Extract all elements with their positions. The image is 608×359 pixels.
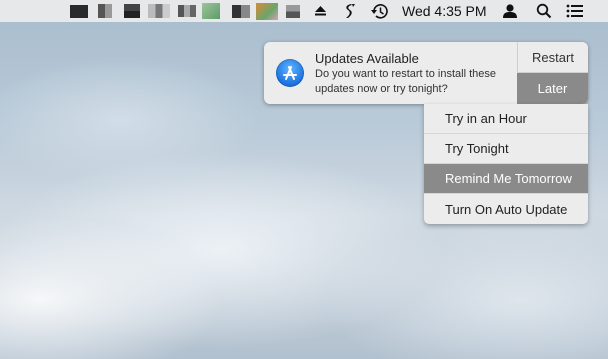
blurred-status-icon-5[interactable] <box>178 5 196 17</box>
menubar-clock[interactable]: Wed 4:35 PM <box>402 3 487 19</box>
blurred-status-icon-9[interactable] <box>286 5 300 18</box>
blurred-status-icon-1[interactable] <box>70 5 88 18</box>
spotlight-search-icon[interactable] <box>536 0 554 22</box>
restart-button[interactable]: Restart <box>517 42 588 73</box>
app-store-icon <box>276 59 304 87</box>
later-options-menu: Try in an Hour Try Tonight Remind Me Tom… <box>424 104 588 224</box>
notification-title: Updates Available <box>315 51 419 66</box>
user-icon[interactable] <box>502 0 520 22</box>
later-button[interactable]: Later <box>517 73 588 104</box>
script-icon[interactable] <box>342 0 358 22</box>
menu-item-remind-me-tomorrow[interactable]: Remind Me Tomorrow <box>424 164 588 194</box>
blurred-status-icon-4[interactable] <box>148 4 170 18</box>
blurred-status-icon-3[interactable] <box>124 4 140 18</box>
blurred-status-icon-6[interactable] <box>202 3 220 19</box>
notification-body: Do you want to restart to install these … <box>315 68 496 95</box>
blurred-status-icon-2[interactable] <box>98 4 112 18</box>
notification-center-icon[interactable] <box>566 0 586 22</box>
menu-bar: Wed 4:35 PM <box>0 0 608 22</box>
time-machine-icon[interactable] <box>370 0 390 22</box>
eject-icon[interactable] <box>314 0 330 22</box>
updates-notification[interactable]: Updates Available Do you want to restart… <box>264 42 588 104</box>
menu-item-try-in-an-hour[interactable]: Try in an Hour <box>424 104 588 134</box>
menu-item-turn-on-auto-update[interactable]: Turn On Auto Update <box>424 194 588 224</box>
blurred-status-icon-8[interactable] <box>256 3 278 20</box>
menu-item-try-tonight[interactable]: Try Tonight <box>424 134 588 164</box>
blurred-status-icon-7[interactable] <box>232 5 250 18</box>
